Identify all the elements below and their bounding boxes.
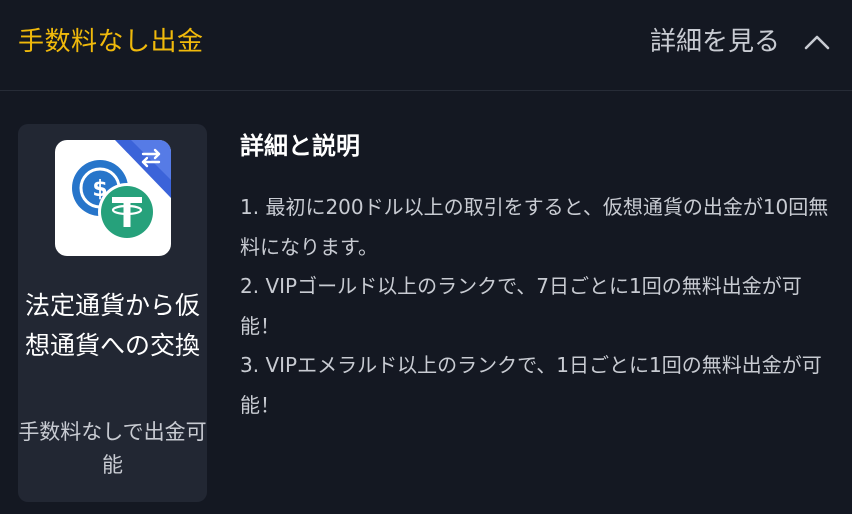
card-subtitle: 手数料なしで出金可能 (18, 420, 207, 477)
tether-icon (98, 183, 156, 241)
card-title: 法定通貨から仮想通貨への交換 (24, 291, 200, 360)
chevron-up-icon (804, 35, 830, 50)
view-details-label: 詳細を見る (649, 27, 780, 57)
details-list: 1. 最初に200ドル以上の取引をすると、仮想通貨の出金が10回無料になります。… (240, 188, 835, 425)
view-details-toggle[interactable]: 詳細を見る (650, 22, 830, 62)
panel-title: 手数料なし出金 (18, 27, 204, 57)
fiat-to-crypto-card: $ 法定通貨から仮想通貨への交換 手数料なしで出金可能 (18, 124, 207, 502)
details-item: 2. VIPゴールド以上のランクで、7日ごとに1回の無料出金が可能！ (240, 274, 802, 338)
panel-header: 手数料なし出金 詳細を見る (0, 0, 852, 91)
details-item: 3. VIPエメラルド以上のランクで、1日ごとに1回の無料出金が可能！ (240, 353, 822, 417)
currency-exchange-image: $ (55, 140, 171, 256)
details-item: 1. 最初に200ドル以上の取引をすると、仮想通貨の出金が10回無料になります。 (240, 195, 829, 259)
free-withdrawal-panel: 手数料なし出金 詳細を見る $ 法定通貨から仮想通貨への交換 手数料なしで出金可… (0, 0, 852, 514)
details-heading: 詳細と説明 (240, 132, 360, 160)
